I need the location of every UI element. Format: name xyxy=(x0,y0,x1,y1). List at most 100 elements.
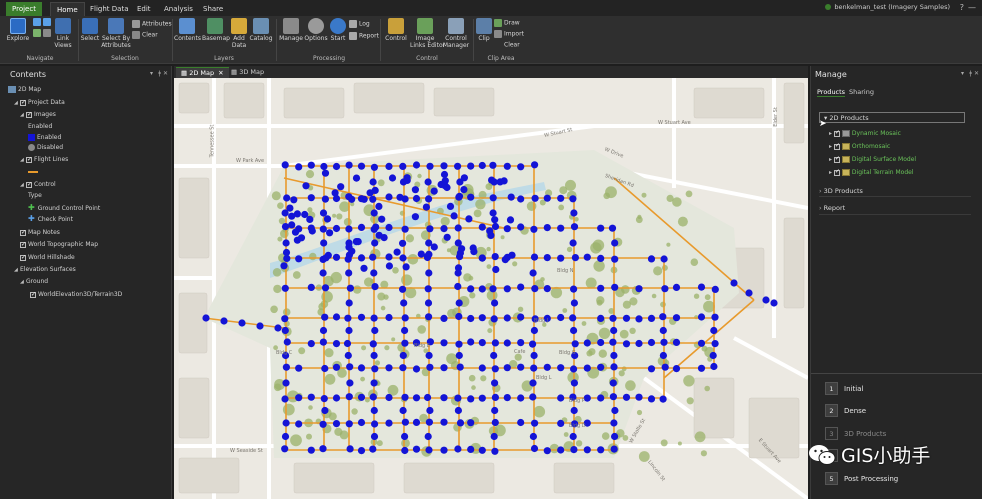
add-data-button[interactable]: Add Data xyxy=(230,18,248,49)
section-3d-products[interactable]: › 3D Products xyxy=(819,187,863,195)
map-canvas[interactable]: Tennessee St W Park Ave W Stuart St W St… xyxy=(174,78,808,499)
select-by-attributes-button[interactable]: Select By Attributes xyxy=(101,18,131,49)
image-point xyxy=(321,284,330,292)
image-point xyxy=(348,195,356,203)
nav-arrows[interactable] xyxy=(33,18,53,26)
product-dtm[interactable]: ▸ Digital Terrain Model xyxy=(829,168,914,176)
pin-icon[interactable]: ǂ xyxy=(158,70,161,77)
image-point xyxy=(465,215,473,223)
tab-home[interactable]: Home xyxy=(50,2,85,16)
draw-button[interactable]: Draw xyxy=(494,19,520,27)
product-orthomosaic[interactable]: ▸ Orthomosaic xyxy=(829,142,890,150)
map-graphics[interactable] xyxy=(174,78,808,499)
map-notes-checkbox[interactable] xyxy=(20,228,26,237)
options-button[interactable]: Options xyxy=(304,18,328,42)
tree-item-world-hillshade[interactable]: World Hillshade xyxy=(14,253,75,262)
tab-flight-data[interactable]: Flight Data xyxy=(84,2,134,16)
tree xyxy=(324,348,334,358)
tab-edit[interactable]: Edit xyxy=(131,2,157,16)
close-icon[interactable]: ✕ xyxy=(163,70,168,77)
dsm-checkbox[interactable] xyxy=(833,155,840,163)
step-initial[interactable]: 1 Initial xyxy=(825,382,863,396)
explore-button[interactable]: Explore xyxy=(5,18,31,42)
clear-selection-button[interactable]: Clear xyxy=(132,31,158,39)
link-views-button[interactable]: Link Views xyxy=(51,18,75,49)
map-tab-icon: ▦ xyxy=(181,69,190,77)
pane-options-icon[interactable]: ▾ xyxy=(961,70,964,77)
image-point xyxy=(710,362,718,371)
close-tab-icon[interactable]: ✕ xyxy=(218,69,223,77)
section-report[interactable]: › Report xyxy=(819,204,845,212)
tab-2d-map[interactable]: ▦ 2D Map ✕ xyxy=(176,67,229,78)
images-checkbox[interactable] xyxy=(26,110,32,119)
start-button[interactable]: Start xyxy=(329,18,347,42)
dtm-checkbox[interactable] xyxy=(833,168,840,176)
tab-share[interactable]: Share xyxy=(197,2,229,16)
tree-item-elevation-surfaces[interactable]: ◢ Elevation Surfaces xyxy=(14,265,76,274)
tab-sharing[interactable]: Sharing xyxy=(849,88,874,96)
flight-line-swatch xyxy=(28,170,38,173)
catalog-button[interactable]: Catalog xyxy=(249,18,273,42)
world-topo-checkbox[interactable] xyxy=(20,240,26,249)
tree-item-ground[interactable]: ◢ Ground xyxy=(20,277,48,286)
image-links-editor-button[interactable]: Image Links Editor xyxy=(410,18,445,49)
pin-icon[interactable]: ǂ xyxy=(969,70,972,77)
step-dense[interactable]: 2 Dense xyxy=(825,404,866,418)
tree-item-world-topo[interactable]: World Topographic Map xyxy=(14,240,98,249)
flight-lines-checkbox[interactable] xyxy=(26,155,32,164)
project-data-checkbox[interactable] xyxy=(20,98,26,107)
tab-3d-map[interactable]: ▦ 3D Map xyxy=(226,67,269,78)
control-checkbox[interactable] xyxy=(26,180,32,189)
image-point xyxy=(503,394,511,402)
log-button[interactable]: Log xyxy=(349,20,370,28)
select-button[interactable]: Select xyxy=(80,18,100,42)
image-point xyxy=(385,313,393,322)
image-point xyxy=(319,445,327,453)
step-3d-products[interactable]: 3 3D Products xyxy=(825,427,886,441)
product-dsm[interactable]: ▸ Digital Surface Model xyxy=(829,155,916,163)
basemap-icon xyxy=(207,18,223,34)
tab-analysis[interactable]: Analysis xyxy=(158,2,199,16)
attributes-button[interactable]: Attributes xyxy=(132,20,172,28)
product-dynamic-mosaic[interactable]: ▸ Dynamic Mosaic xyxy=(829,129,901,137)
tree-item-map-notes[interactable]: Map Notes xyxy=(14,228,60,237)
report-button[interactable]: Report xyxy=(349,32,379,40)
world-elevation-checkbox[interactable] xyxy=(30,290,36,299)
clear-clip-button[interactable]: Clear xyxy=(494,41,520,49)
tree-item-images[interactable]: ◢Images xyxy=(20,110,56,119)
control-button[interactable]: Control xyxy=(383,18,409,42)
help-button[interactable]: ? xyxy=(960,3,964,12)
tab-project[interactable]: Project xyxy=(6,2,42,16)
zoom-tools[interactable] xyxy=(33,29,53,37)
orthomosaic-checkbox[interactable] xyxy=(833,142,840,150)
world-hillshade-checkbox[interactable] xyxy=(20,253,26,262)
pane-options-icon[interactable]: ▾ xyxy=(150,70,153,77)
globe-tab-icon: ▦ xyxy=(231,68,240,76)
image-point xyxy=(352,174,361,182)
minimize-ribbon-button[interactable]: — xyxy=(968,3,976,12)
tree xyxy=(636,409,643,416)
tree-item-control[interactable]: ◢Control xyxy=(20,180,56,189)
clip-button[interactable]: Clip xyxy=(476,18,492,42)
tree xyxy=(447,308,457,318)
tree-item-2d-map[interactable]: 2D Map xyxy=(8,85,41,94)
image-point xyxy=(467,395,475,403)
basemap-button[interactable]: Basemap xyxy=(202,18,230,42)
close-icon[interactable]: ✕ xyxy=(974,70,979,77)
signed-in-user[interactable]: benkelman_test (Imagery Samples) xyxy=(825,3,950,11)
tree-item-project-data[interactable]: ◢Project Data xyxy=(14,98,65,107)
tab-products[interactable]: Products xyxy=(817,88,846,97)
tree-item-world-elevation[interactable]: WorldElevation3D/Terrain3D xyxy=(30,290,122,299)
tree xyxy=(272,268,282,277)
image-point xyxy=(597,314,605,322)
control-manager-button[interactable]: Control Manager xyxy=(441,18,471,49)
section-2d-products[interactable]: ▾ 2D Products xyxy=(819,112,965,123)
tree xyxy=(500,235,505,240)
dynamic-mosaic-checkbox[interactable] xyxy=(833,129,840,137)
import-button[interactable]: Import xyxy=(494,30,524,38)
manage-button[interactable]: Manage xyxy=(279,18,303,42)
contents-button[interactable]: Contents xyxy=(174,18,201,42)
tree xyxy=(621,285,630,294)
step-post-processing[interactable]: 5 Post Processing xyxy=(825,472,898,486)
tree-item-flight-lines[interactable]: ◢Flight Lines xyxy=(20,155,68,164)
